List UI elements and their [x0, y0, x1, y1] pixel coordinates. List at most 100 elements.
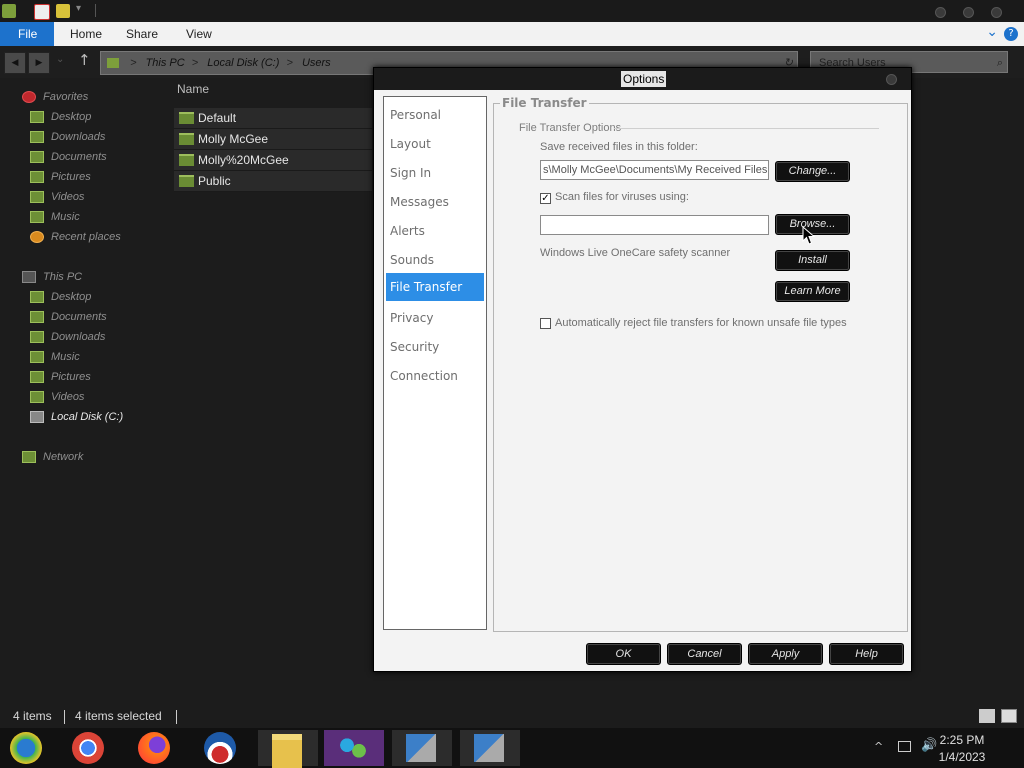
file-row[interactable]: Public [174, 171, 372, 192]
network-icon [22, 451, 36, 463]
messenger-icon [10, 732, 42, 764]
minimize-button[interactable] [935, 7, 946, 18]
file-explorer-app-button[interactable] [258, 730, 318, 768]
forward-button[interactable]: ▶ [28, 52, 50, 74]
category-personal[interactable]: Personal [386, 101, 484, 129]
recent-locations-icon[interactable]: ⌄ [56, 54, 64, 65]
installer-app-button[interactable] [460, 730, 520, 766]
breadcrumb-separator: > [130, 57, 137, 69]
customize-toolbar-icon[interactable]: ▾ [76, 3, 81, 14]
category-security[interactable]: Security [386, 333, 484, 361]
help-icon[interactable]: ? [1004, 27, 1018, 41]
save-folder-label: Save received files in this folder: [540, 141, 698, 153]
scanner-name: Windows Live OneCare safety scanner [540, 247, 731, 259]
cancel-button[interactable]: Cancel [667, 643, 742, 665]
search-icon[interactable]: ⌕ [997, 52, 1003, 74]
desktop-icon [30, 111, 44, 123]
msn-messenger-app-button[interactable] [324, 730, 384, 766]
show-hidden-icons-icon[interactable]: ^ [874, 740, 883, 753]
tab-home[interactable]: Home [60, 22, 112, 46]
network-status-icon[interactable] [898, 741, 911, 752]
obama-app-button[interactable] [190, 730, 250, 766]
learn-more-button[interactable]: Learn More [775, 281, 850, 302]
tab-file[interactable]: File [0, 22, 54, 46]
properties-icon[interactable] [34, 4, 50, 20]
clock-time[interactable]: 2:25 PM [922, 733, 1002, 747]
category-connection[interactable]: Connection [386, 362, 484, 390]
msn-messenger-people-icon [338, 734, 368, 762]
expand-ribbon-icon[interactable]: ⌄ [986, 24, 998, 40]
videos-icon [30, 191, 44, 203]
divider [95, 4, 96, 17]
category-sounds[interactable]: Sounds [386, 246, 484, 274]
file-row[interactable]: Default [174, 108, 372, 129]
installer-icon [406, 734, 436, 762]
messenger-app-button[interactable] [0, 730, 60, 766]
documents-icon [30, 311, 44, 323]
installer-app-button[interactable] [392, 730, 452, 766]
ok-button[interactable]: OK [586, 643, 661, 665]
reject-unsafe-checkbox[interactable] [540, 318, 551, 329]
recent-places-icon [30, 231, 44, 243]
dialog-close-button[interactable] [886, 74, 897, 85]
folder-icon [179, 112, 194, 124]
breadcrumb-users[interactable]: Users [302, 57, 331, 69]
new-folder-icon[interactable] [56, 4, 70, 18]
desktop-icon [30, 291, 44, 303]
breadcrumb-separator: > [191, 57, 199, 69]
breadcrumb-this-pc[interactable]: This PC [146, 57, 185, 69]
folder-icon [179, 154, 194, 166]
maximize-button[interactable] [963, 7, 974, 18]
ribbon: File Home Share View ⌄ ? [0, 22, 1024, 47]
window-titlebar: ▾ [0, 0, 1024, 22]
folder-icon [179, 133, 194, 145]
folder-icon [179, 175, 194, 187]
large-icons-view-icon[interactable] [1001, 709, 1017, 723]
obama-logo-icon [204, 732, 236, 764]
pictures-icon [30, 371, 44, 383]
options-dialog: Options Personal Layout Sign In Messages… [373, 67, 912, 672]
firefox-app-button[interactable] [124, 730, 184, 766]
close-button[interactable] [991, 7, 1002, 18]
back-button[interactable]: ◀ [4, 52, 26, 74]
breadcrumb-local-disk[interactable]: Local Disk (C:) [207, 57, 279, 69]
system-tray: ^ 🔊 2:25 PM 1/4/2023 [864, 728, 1024, 768]
column-header-name[interactable]: Name [177, 82, 209, 96]
scan-files-checkbox[interactable]: ✓ [540, 193, 551, 204]
details-view-icon[interactable] [979, 709, 995, 723]
computer-icon [22, 271, 36, 283]
music-icon [30, 351, 44, 363]
heart-icon [22, 91, 36, 103]
category-privacy[interactable]: Privacy [386, 304, 484, 332]
category-file-transfer[interactable]: File Transfer [386, 273, 484, 301]
chrome-app-button[interactable] [58, 730, 118, 766]
install-button[interactable]: Install [775, 250, 850, 271]
category-messages[interactable]: Messages [386, 188, 484, 216]
installer-icon [474, 734, 504, 762]
divider [614, 128, 879, 129]
group-title: File Transfer [500, 96, 589, 110]
file-row[interactable]: Molly%20McGee [174, 150, 372, 171]
downloads-icon [30, 131, 44, 143]
selected-count: 4 items selected [75, 709, 162, 723]
up-arrow-icon[interactable]: ↑ [78, 51, 91, 69]
category-alerts[interactable]: Alerts [386, 217, 484, 245]
options-category-list: Personal Layout Sign In Messages Alerts … [383, 96, 487, 630]
music-icon [30, 211, 44, 223]
apply-button[interactable]: Apply [748, 643, 823, 665]
file-row[interactable]: Molly McGee [174, 129, 372, 150]
file-transfer-options-heading: File Transfer Options [519, 122, 622, 134]
pictures-icon [30, 171, 44, 183]
help-button[interactable]: Help [829, 643, 904, 665]
save-folder-field[interactable]: s\Molly McGee\Documents\My Received File… [540, 160, 769, 180]
tab-view[interactable]: View [176, 22, 222, 46]
category-sign-in[interactable]: Sign In [386, 159, 484, 187]
videos-icon [30, 391, 44, 403]
category-layout[interactable]: Layout [386, 130, 484, 158]
taskbar: ^ 🔊 2:25 PM 1/4/2023 [0, 728, 1024, 768]
change-button[interactable]: Change... [775, 161, 850, 182]
clock-date[interactable]: 1/4/2023 [922, 750, 1002, 764]
downloads-icon [30, 331, 44, 343]
tab-share[interactable]: Share [116, 22, 168, 46]
scanner-path-field[interactable] [540, 215, 769, 235]
